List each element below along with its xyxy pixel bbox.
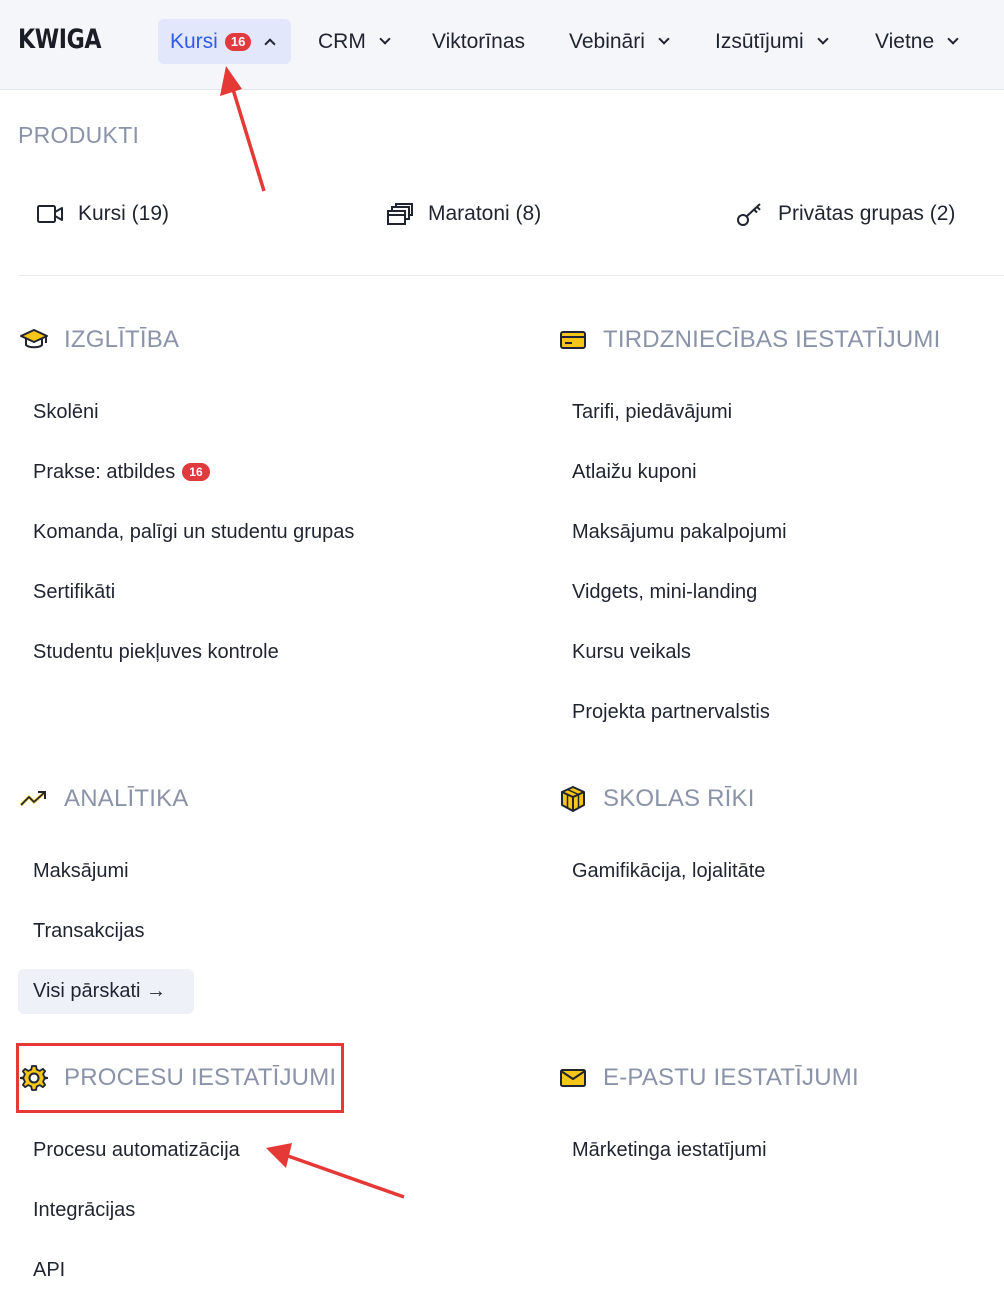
product-maratoni-label: Maratoni (8) xyxy=(428,202,542,225)
nav-vietne-label: Vietne xyxy=(875,29,935,53)
skolas-riki-heading: SKOLAS RĪKI xyxy=(557,782,755,816)
video-camera-icon xyxy=(37,205,63,223)
stacked-windows-icon xyxy=(387,203,413,225)
all-reports-button[interactable]: Visi pārskati → xyxy=(18,969,194,1014)
trending-up-icon xyxy=(18,785,50,813)
izglitiba-heading: IZGLĪTĪBA xyxy=(18,323,179,357)
nav-kursi-label: Kursi xyxy=(170,29,218,53)
kwiga-logo[interactable]: KWIGA xyxy=(18,24,101,55)
nav-crm[interactable]: CRM xyxy=(306,19,401,64)
product-maratoni[interactable]: Maratoni (8) xyxy=(386,198,541,230)
nav-vietne[interactable]: Vietne xyxy=(863,19,969,64)
annotation-arrow-left xyxy=(266,1143,405,1199)
link-integracijas[interactable]: Integrācijas xyxy=(33,1195,135,1225)
nav-vebinari-label: Vebināri xyxy=(569,29,645,53)
link-vidgets[interactable]: Vidgets, mini-landing xyxy=(572,577,757,607)
product-privatas-grupas-label: Privātas grupas (2) xyxy=(778,202,956,225)
link-atlaizu-kuponi[interactable]: Atlaižu kuponi xyxy=(572,457,697,487)
link-komanda[interactable]: Komanda, palīgi un studentu grupas xyxy=(33,517,354,547)
link-marketinga-iestatijumi[interactable]: Mārketinga iestatījumi xyxy=(572,1135,767,1165)
nav-viktorinas-label: Viktorīnas xyxy=(432,29,525,53)
epastu-heading: E-PASTU IESTATĪJUMI xyxy=(557,1061,859,1095)
skolas-riki-heading-label: SKOLAS RĪKI xyxy=(603,785,755,812)
analitika-heading: ANALĪTIKA xyxy=(18,782,189,816)
link-kursu-veikals[interactable]: Kursu veikals xyxy=(572,637,691,667)
tirdzniecibas-heading-label: TIRDZNIECĪBAS IESTATĪJUMI xyxy=(603,326,941,353)
nav-kursi[interactable]: Kursi 16 xyxy=(158,19,291,64)
link-maksajumu-pakalpojumi[interactable]: Maksājumu pakalpojumi xyxy=(572,517,787,547)
divider xyxy=(18,275,1004,276)
envelope-icon xyxy=(557,1064,589,1092)
nav-kursi-badge: 16 xyxy=(224,32,252,51)
count-badge: 16 xyxy=(182,463,210,481)
izglitiba-heading-label: IZGLĪTĪBA xyxy=(64,326,180,353)
link-prakse-atbildes-label: Prakse: atbildes xyxy=(33,460,176,483)
tirdzniecibas-heading: TIRDZNIECĪBAS IESTATĪJUMI xyxy=(557,323,940,357)
link-procesu-automatizacija[interactable]: Procesu automatizācija xyxy=(33,1135,240,1165)
cube-icon xyxy=(557,785,589,813)
chevron-down-icon xyxy=(947,33,959,45)
link-partnervalstis[interactable]: Projekta partnervalstis xyxy=(572,697,770,727)
product-kursi[interactable]: Kursi (19) xyxy=(36,198,169,230)
product-kursi-label: Kursi (19) xyxy=(78,202,170,225)
link-api[interactable]: API xyxy=(33,1255,65,1285)
top-nav-bar: KWIGA Kursi 16 CRM Viktorīnas Vebināri I… xyxy=(0,0,1004,90)
link-prakse-atbildes[interactable]: Prakse: atbildes 16 xyxy=(33,457,210,487)
product-privatas-grupas[interactable]: Privātas grupas (2) xyxy=(736,198,955,230)
chevron-down-icon xyxy=(658,33,670,45)
chevron-up-icon xyxy=(264,37,276,50)
graduation-cap-icon xyxy=(18,326,50,354)
link-transakcijas[interactable]: Transakcijas xyxy=(33,916,145,946)
key-icon xyxy=(737,203,761,226)
link-piekluves-kontrole[interactable]: Studentu piekļuves kontrole xyxy=(33,637,279,667)
link-maksajumi[interactable]: Maksājumi xyxy=(33,856,129,886)
produkti-heading: PRODUKTI xyxy=(18,122,140,148)
link-gamifikacija[interactable]: Gamifikācija, lojalitāte xyxy=(572,856,765,886)
epastu-heading-label: E-PASTU IESTATĪJUMI xyxy=(603,1064,859,1091)
credit-card-icon xyxy=(557,326,589,354)
annotation-highlight-box xyxy=(16,1043,344,1113)
nav-vebinari[interactable]: Vebināri xyxy=(557,19,680,64)
nav-crm-label: CRM xyxy=(318,29,366,53)
nav-izsutijumi[interactable]: Izsūtījumi xyxy=(703,19,839,64)
chevron-down-icon xyxy=(379,33,391,45)
link-tarifi[interactable]: Tarifi, piedāvājumi xyxy=(572,397,732,427)
chevron-down-icon xyxy=(817,33,829,45)
analitika-heading-label: ANALĪTIKA xyxy=(64,785,189,812)
link-skoleni[interactable]: Skolēni xyxy=(33,397,99,427)
nav-viktorinas[interactable]: Viktorīnas xyxy=(420,19,537,64)
link-sertifikati[interactable]: Sertifikāti xyxy=(33,577,115,607)
nav-izsutijumi-label: Izsūtījumi xyxy=(715,29,804,53)
